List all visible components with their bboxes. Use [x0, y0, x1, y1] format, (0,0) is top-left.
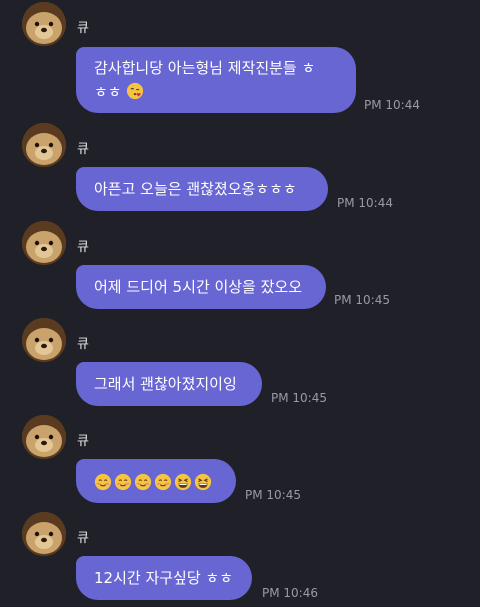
- message-bubble[interactable]: 어제 드디어 5시간 이상을 잤오오: [76, 265, 326, 309]
- message-text: 아픈고 오늘은 괜찮졌오옹ㅎㅎㅎ: [94, 180, 297, 198]
- message-bubble[interactable]: 그래서 괜찮아졌지이잉: [76, 362, 262, 406]
- message-text: 12시간 자구싶당 ㅎㅎ: [94, 569, 234, 587]
- sender-name: 큐: [77, 142, 89, 157]
- dog-avatar-icon: [22, 512, 66, 556]
- sender-name: 큐: [77, 21, 89, 36]
- sender-avatar[interactable]: [22, 2, 66, 46]
- message-bubble[interactable]: 감사합니당 아는형님 제작진분들 ㅎ ㅎㅎ: [76, 47, 356, 113]
- sender-name: 큐: [77, 240, 89, 255]
- message-timestamp: PM 10:45: [271, 391, 327, 405]
- message-text: 그래서 괜찮아졌지이잉: [94, 375, 237, 393]
- kissing-face-with-heart-icon: [127, 82, 144, 100]
- dog-avatar-icon: [22, 221, 66, 265]
- dog-avatar-icon: [22, 123, 66, 167]
- message-text: 어제 드디어 5시간 이상을 잤오오: [94, 278, 303, 296]
- message-bubble[interactable]: 12시간 자구싶당 ㅎㅎ: [76, 556, 252, 600]
- dog-avatar-icon: [22, 415, 66, 459]
- message-timestamp: PM 10:46: [262, 586, 318, 600]
- smiling-face-icon: [114, 473, 132, 491]
- smiling-face-icon: [154, 473, 172, 491]
- smiling-face-icon: [134, 473, 152, 491]
- message-timestamp: PM 10:44: [337, 196, 393, 210]
- sender-avatar[interactable]: [22, 415, 66, 459]
- grinning-squinting-face-icon: [174, 473, 192, 491]
- sender-avatar[interactable]: [22, 512, 66, 556]
- sender-avatar[interactable]: [22, 123, 66, 167]
- sender-avatar[interactable]: [22, 318, 66, 362]
- message-bubble[interactable]: [76, 459, 236, 503]
- grinning-squinting-face-icon: [194, 473, 212, 491]
- message-timestamp: PM 10:44: [364, 98, 420, 112]
- sender-name: 큐: [77, 434, 89, 449]
- message-timestamp: PM 10:45: [334, 293, 390, 307]
- message-text-line-2: ㅎㅎ: [94, 80, 338, 104]
- message-timestamp: PM 10:45: [245, 488, 301, 502]
- message-bubble[interactable]: 아픈고 오늘은 괜찮졌오옹ㅎㅎㅎ: [76, 167, 328, 211]
- smiling-face-icon: [94, 473, 112, 491]
- sender-name: 큐: [77, 531, 89, 546]
- sender-avatar[interactable]: [22, 221, 66, 265]
- dog-avatar-icon: [22, 2, 66, 46]
- sender-name: 큐: [77, 337, 89, 352]
- message-text: 감사합니당 아는형님 제작진분들 ㅎ: [94, 59, 316, 77]
- dog-avatar-icon: [22, 318, 66, 362]
